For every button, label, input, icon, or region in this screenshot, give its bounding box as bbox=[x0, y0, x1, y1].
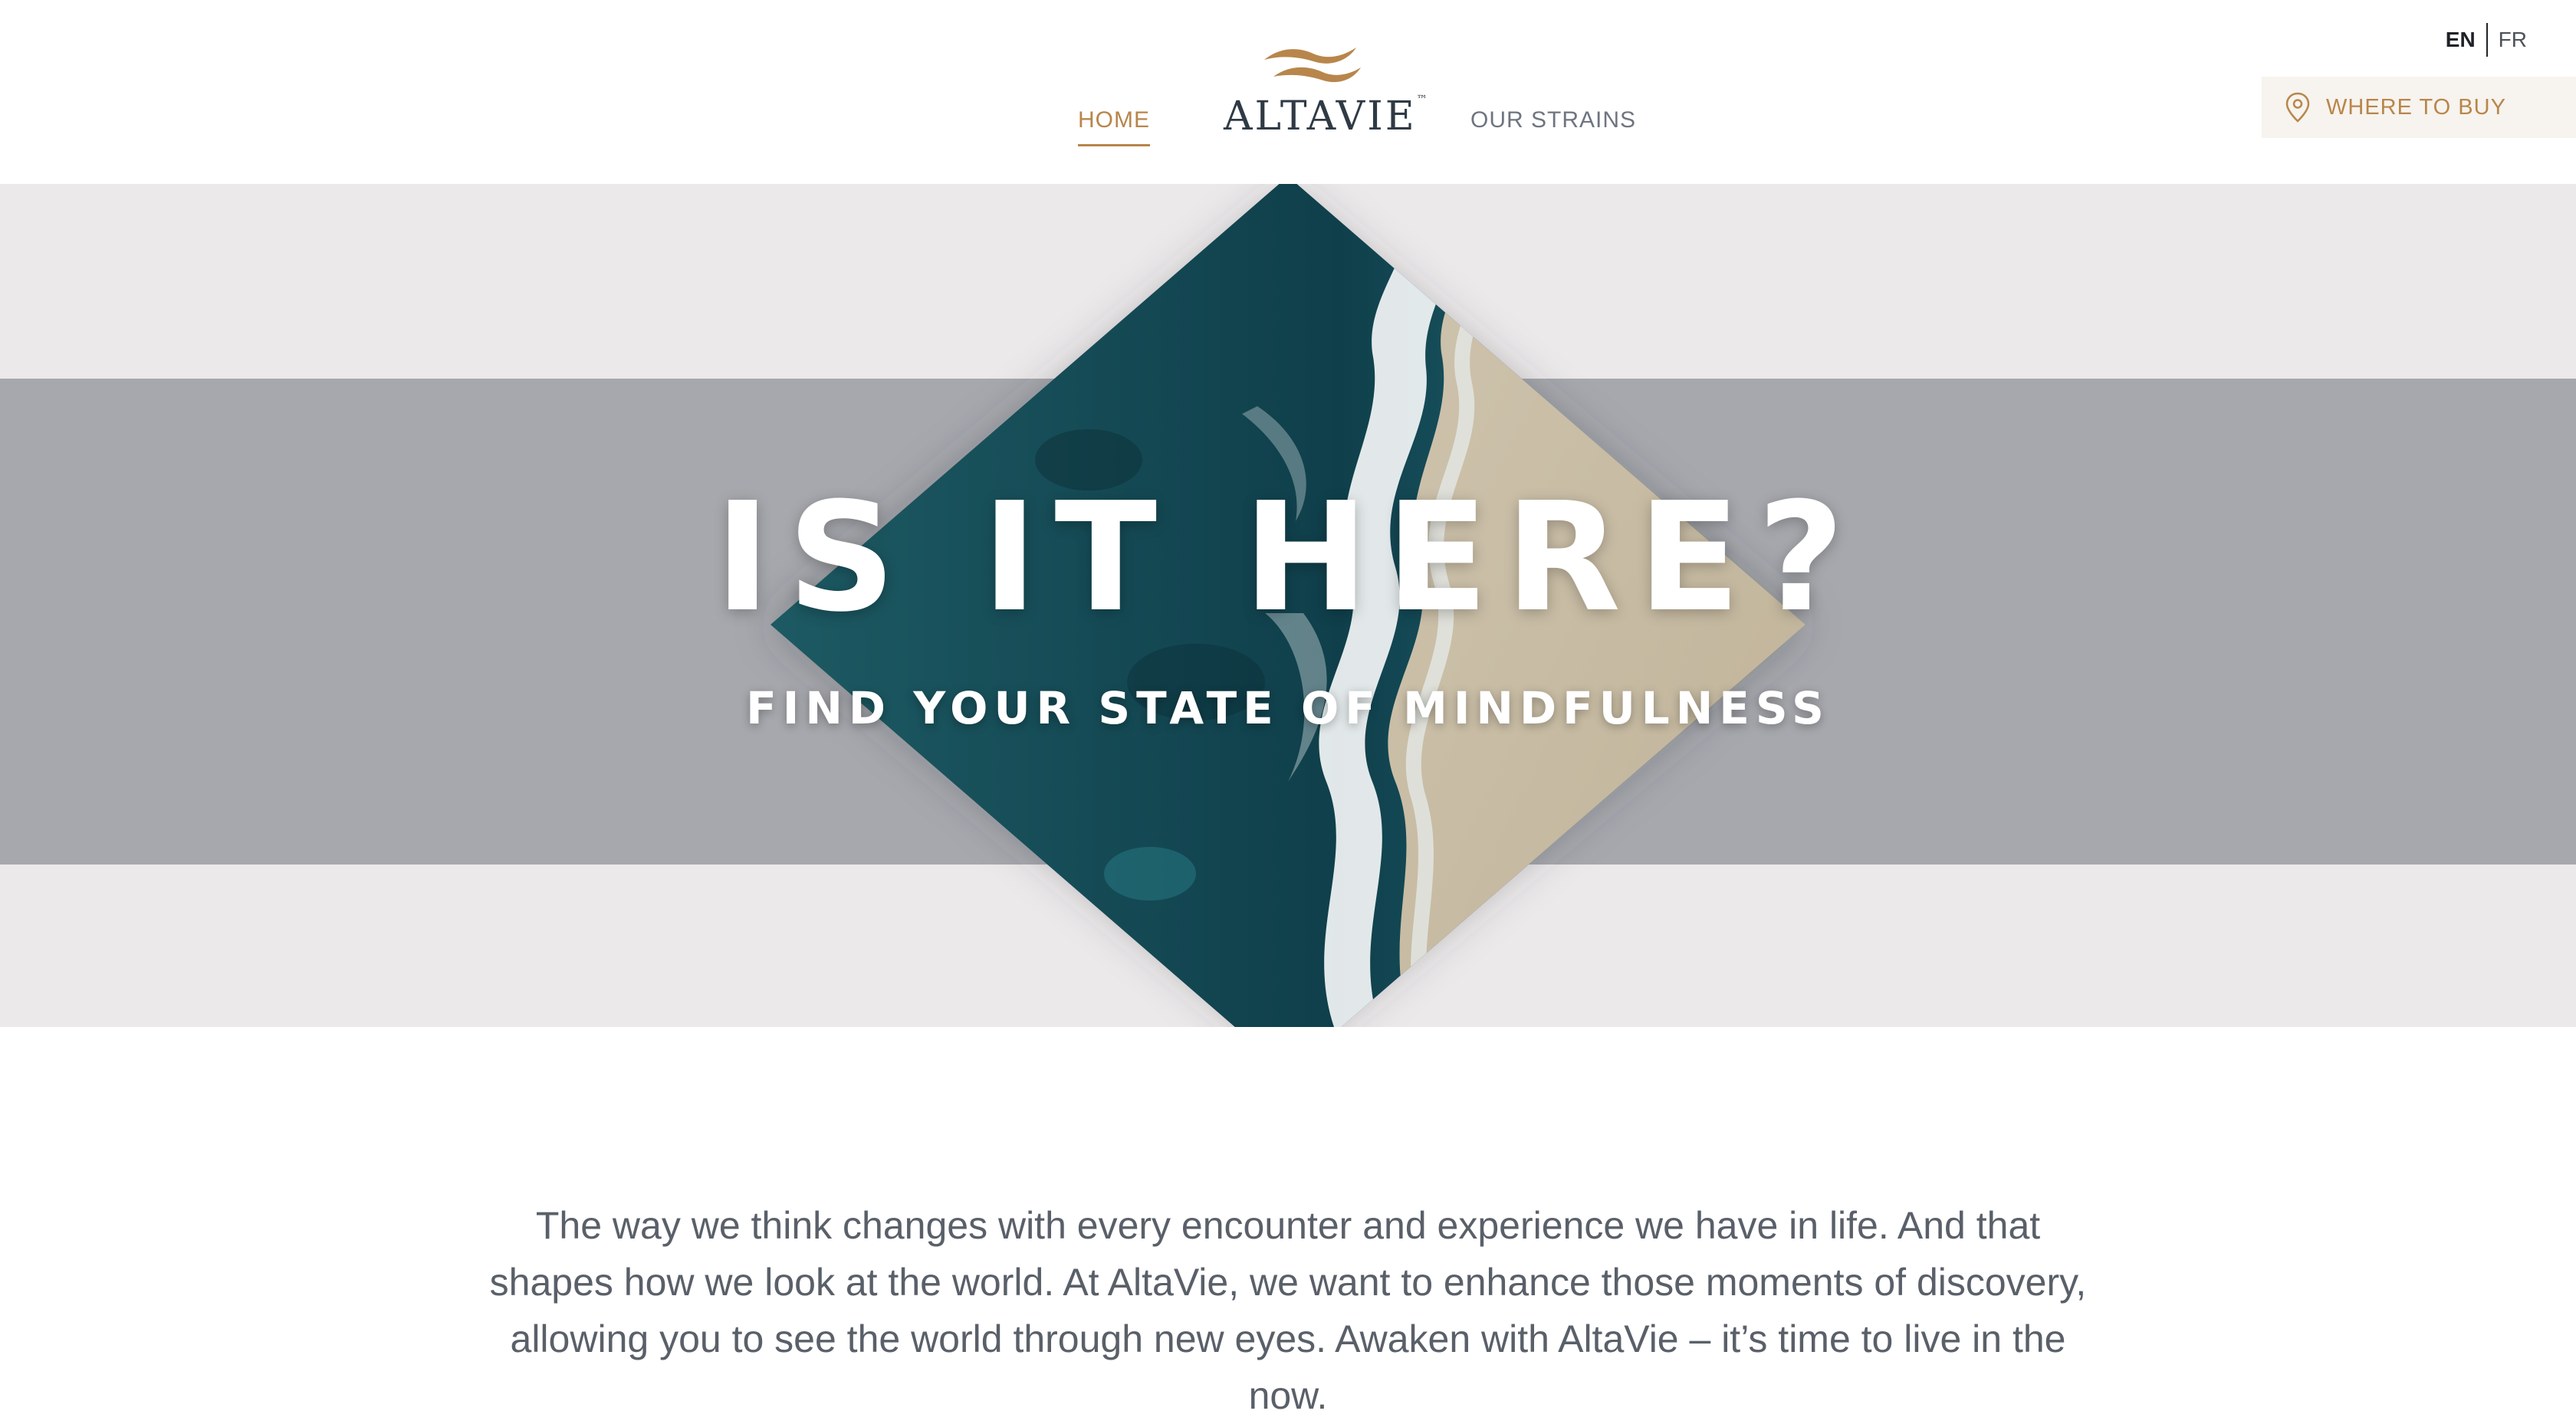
language-fr[interactable]: FR bbox=[2499, 28, 2527, 52]
map-pin-icon bbox=[2285, 92, 2310, 123]
where-to-buy-button[interactable]: WHERE TO BUY bbox=[2262, 77, 2576, 138]
hero-title: IS IT HERE? bbox=[715, 471, 1861, 645]
language-en[interactable]: EN bbox=[2446, 28, 2476, 52]
logo-wordmark: ALTAVIE™ bbox=[1224, 94, 1428, 139]
site-header: HOME ALTAVIE™ OUR STRAINS EN FR WHERE TO… bbox=[0, 0, 2576, 184]
language-divider bbox=[2486, 23, 2488, 57]
hero-subtitle: FIND YOUR STATE OF MINDFULNESS bbox=[746, 682, 1830, 734]
language-switcher: EN FR bbox=[2446, 23, 2527, 57]
intro-paragraph: The way we think changes with every enco… bbox=[489, 1204, 2087, 1417]
hero-banner: IS IT HERE? FIND YOUR STATE OF MINDFULNE… bbox=[0, 184, 2576, 1027]
where-to-buy-label: WHERE TO BUY bbox=[2326, 94, 2506, 120]
nav-our-strains-link[interactable]: OUR STRAINS bbox=[1470, 107, 1636, 133]
logo-wave-icon bbox=[1264, 48, 1361, 83]
nav-home-link[interactable]: HOME bbox=[1078, 107, 1150, 146]
altavie-logo[interactable]: ALTAVIE™ bbox=[1224, 40, 1428, 139]
